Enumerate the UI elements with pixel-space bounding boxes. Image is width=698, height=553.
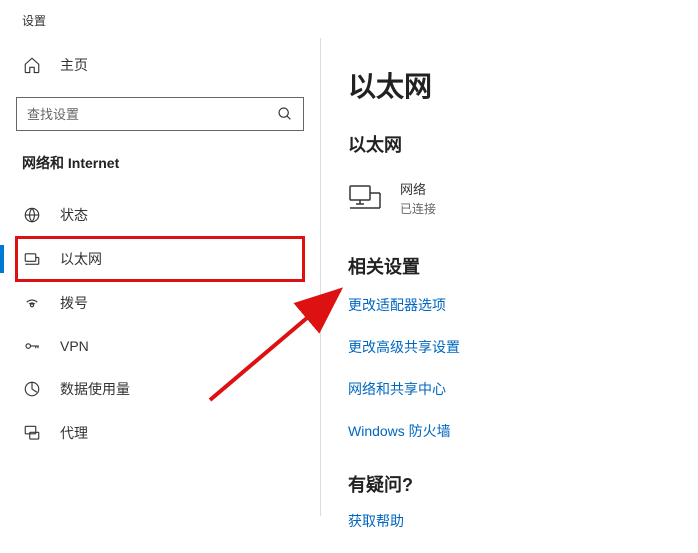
search-icon [277, 106, 293, 122]
related-settings-title: 相关设置 [348, 253, 688, 279]
link-get-help[interactable]: 获取帮助 [348, 511, 688, 531]
sidebar-item-vpn[interactable]: VPN [16, 325, 304, 367]
link-windows-firewall[interactable]: Windows 防火墙 [348, 421, 688, 441]
sidebar-item-label: 拨号 [60, 293, 88, 313]
home-icon [22, 56, 42, 74]
proxy-icon [22, 424, 42, 442]
network-monitor-icon [348, 184, 384, 212]
link-advanced-sharing[interactable]: 更改高级共享设置 [348, 337, 688, 357]
sidebar-item-status[interactable]: 状态 [16, 193, 304, 237]
subheading: 以太网 [348, 131, 688, 157]
home-label: 主页 [60, 55, 88, 75]
sidebar-item-data-usage[interactable]: 数据使用量 [16, 367, 304, 411]
window-title: 设置 [0, 0, 698, 37]
network-status: 已连接 [400, 200, 436, 217]
home-button[interactable]: 主页 [16, 45, 304, 85]
sidebar-item-dialup[interactable]: 拨号 [16, 281, 304, 325]
link-network-sharing-center[interactable]: 网络和共享中心 [348, 379, 688, 399]
sidebar-item-label: 代理 [60, 423, 88, 443]
link-adapter-options[interactable]: 更改适配器选项 [348, 295, 688, 315]
sidebar: 主页 网络和 Internet 状态 以太网 [0, 37, 320, 553]
page-title: 以太网 [348, 65, 688, 105]
main-content: 以太网 以太网 网络 已连接 相关设置 更改适配器选项 更改高级共享设置 网络和… [320, 37, 698, 553]
data-usage-icon [22, 380, 42, 398]
search-box[interactable] [16, 97, 304, 131]
sidebar-section-title: 网络和 Internet [16, 153, 304, 173]
sidebar-item-label: 数据使用量 [60, 379, 130, 399]
network-info: 网络 已连接 [400, 179, 436, 217]
ethernet-icon [22, 250, 42, 268]
network-row[interactable]: 网络 已连接 [348, 179, 688, 217]
sidebar-item-label: 以太网 [60, 249, 102, 269]
sidebar-item-label: VPN [60, 338, 89, 354]
dialup-icon [22, 294, 42, 312]
question-title: 有疑问? [348, 471, 688, 497]
network-name: 网络 [400, 179, 436, 198]
sidebar-item-proxy[interactable]: 代理 [16, 411, 304, 455]
search-input[interactable] [27, 107, 277, 122]
sidebar-item-label: 状态 [60, 205, 88, 225]
status-icon [22, 206, 42, 224]
vpn-icon [22, 337, 42, 355]
nav-list: 状态 以太网 拨号 VPN [16, 193, 304, 455]
sidebar-item-ethernet[interactable]: 以太网 [16, 237, 304, 281]
